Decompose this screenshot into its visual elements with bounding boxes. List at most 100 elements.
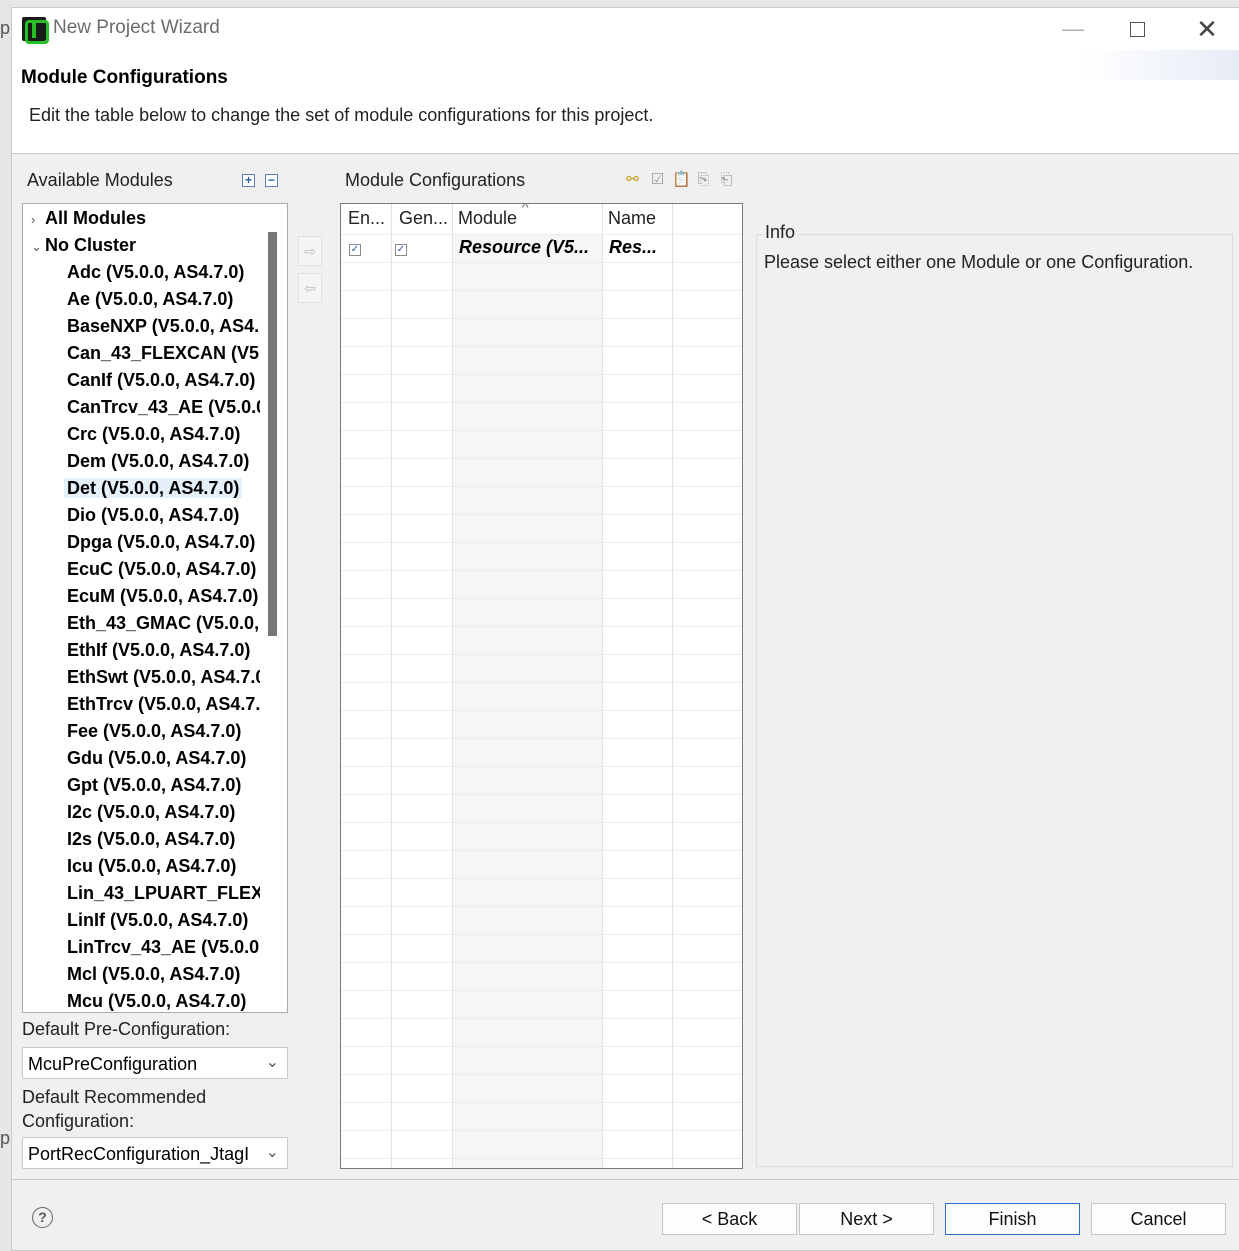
row-divider: [341, 738, 742, 739]
pre-configuration-label: Default Pre-Configuration:: [22, 1019, 231, 1039]
tree-scrollbar[interactable]: [268, 232, 277, 636]
column-header-enabled[interactable]: En...: [348, 208, 385, 229]
expand-all-icon[interactable]: +: [242, 174, 255, 187]
tree-item-label: No Cluster: [45, 235, 137, 255]
row-divider: [341, 374, 742, 375]
recommended-configuration-label-line: Default Recommended: [22, 1087, 207, 1107]
enable-all-icon[interactable]: ⎘: [695, 171, 712, 188]
generate-checkbox[interactable]: ✓: [395, 244, 407, 256]
row-divider: [341, 402, 742, 403]
row-divider: [341, 1130, 742, 1131]
close-button[interactable]: ✕: [1184, 8, 1230, 50]
tree-item[interactable]: ⌄ No Cluster: [31, 232, 136, 259]
column-header-module[interactable]: Module: [458, 208, 517, 229]
tree-item[interactable]: Mcu (V5.0.0, AS4.7.0): [67, 988, 246, 1012]
tree-item[interactable]: Dio (V5.0.0, AS4.7.0): [67, 502, 239, 529]
row-divider: [341, 234, 742, 235]
column-divider: [672, 204, 673, 1168]
new-project-wizard-dialog: New Project Wizard — ✕ Module Configurat…: [11, 7, 1239, 1251]
tree-item[interactable]: › All Modules: [31, 205, 146, 232]
tree-item[interactable]: I2c (V5.0.0, AS4.7.0): [67, 799, 235, 826]
finish-button[interactable]: Finish: [945, 1203, 1080, 1235]
remove-module-button[interactable]: ⇦: [298, 273, 322, 303]
maximize-icon: [1129, 21, 1145, 37]
tree-item[interactable]: Gpt (V5.0.0, AS4.7.0): [67, 772, 241, 799]
help-icon[interactable]: ?: [32, 1207, 53, 1228]
module-configurations-label: Module Configurations: [345, 170, 526, 190]
tree-item[interactable]: Adc (V5.0.0, AS4.7.0): [67, 259, 244, 286]
minimize-button[interactable]: —: [1050, 8, 1096, 50]
collapse-all-icon[interactable]: −: [265, 174, 278, 187]
tree-item-label: Ae (V5.0.0, AS4.7.0): [67, 289, 234, 309]
row-divider: [341, 1018, 742, 1019]
chevron-right-icon[interactable]: ›: [31, 206, 45, 233]
add-module-button[interactable]: ⇨: [298, 236, 322, 266]
info-text: Please select either one Module or one C…: [764, 252, 1194, 272]
module-configurations-table[interactable]: En... Gen... Module ^ Name ✓ ✓ Resource …: [340, 203, 743, 1169]
back-button[interactable]: < Back: [662, 1203, 797, 1235]
tree-item[interactable]: Gdu (V5.0.0, AS4.7.0): [67, 745, 246, 772]
row-divider: [341, 290, 742, 291]
tree-item-label: EcuC (V5.0.0, AS4.7.0): [67, 559, 257, 579]
tree-item[interactable]: Fee (V5.0.0, AS4.7.0): [67, 718, 241, 745]
tree-item[interactable]: Dem (V5.0.0, AS4.7.0): [67, 448, 249, 475]
tree-item[interactable]: EcuC (V5.0.0, AS4.7.0): [67, 556, 256, 583]
tree-item-label: Gpt (V5.0.0, AS4.7.0): [67, 775, 242, 795]
chevron-down-icon[interactable]: ⌄: [31, 233, 45, 260]
tree-item[interactable]: LinTrcv_43_AE (V5.0.0, AS4.7.0): [67, 934, 260, 961]
recommended-configuration-select[interactable]: PortRecConfiguration_JtagI ⌄: [22, 1137, 288, 1169]
tree-item-label: Mcu (V5.0.0, AS4.7.0): [67, 991, 247, 1011]
tree-item[interactable]: Eth_43_GMAC (V5.0.0, AS4.7.0): [67, 610, 260, 637]
tree-item-label: LinTrcv_43_AE (V5.0.0, AS4.7.0): [67, 937, 260, 957]
tree-item[interactable]: CanIf (V5.0.0, AS4.7.0): [67, 367, 255, 394]
tree-item[interactable]: EthSwt (V5.0.0, AS4.7.0): [67, 664, 260, 691]
next-button[interactable]: Next >: [799, 1203, 934, 1235]
row-divider: [341, 514, 742, 515]
tree-item[interactable]: LinIf (V5.0.0, AS4.7.0): [67, 907, 248, 934]
available-modules-label: Available Modules: [27, 170, 173, 190]
tree-item[interactable]: I2s (V5.0.0, AS4.7.0): [67, 826, 235, 853]
tree-item[interactable]: CanTrcv_43_AE (V5.0.0, AS4.7.0): [67, 394, 260, 421]
tree-item[interactable]: Mcl (V5.0.0, AS4.7.0): [67, 961, 240, 988]
app-icon: [22, 17, 49, 44]
footer-separator: [12, 1179, 1239, 1180]
tree-item-label: Icu (V5.0.0, AS4.7.0): [67, 856, 237, 876]
row-divider: [341, 570, 742, 571]
tree-item[interactable]: BaseNXP (V5.0.0, AS4.7.0): [67, 313, 260, 340]
available-modules-tree[interactable]: › All Modules ⌄ No Cluster Adc (V5.0.0, AS4.…: [22, 203, 288, 1013]
column-header-name[interactable]: Name: [608, 208, 656, 229]
row-divider: [341, 710, 742, 711]
table-cell-module[interactable]: Resource (V5...: [459, 237, 589, 258]
link-icon[interactable]: ⚯: [624, 171, 641, 188]
tree-item-label: Dio (V5.0.0, AS4.7.0): [67, 505, 240, 525]
tree-item[interactable]: EcuM (V5.0.0, AS4.7.0): [67, 583, 258, 610]
tree-item[interactable]: Ae (V5.0.0, AS4.7.0): [67, 286, 233, 313]
paste-icon[interactable]: 📋: [672, 171, 691, 188]
validate-icon[interactable]: ☑: [649, 171, 666, 188]
column-header-generate[interactable]: Gen...: [399, 208, 448, 229]
cancel-button[interactable]: Cancel: [1091, 1203, 1226, 1235]
enabled-checkbox[interactable]: ✓: [349, 244, 361, 256]
tree-item[interactable]: Can_43_FLEXCAN (V5.0.0, AS4.7.0): [67, 340, 260, 367]
row-divider: [341, 346, 742, 347]
background-text-fragment: p: [0, 18, 11, 38]
tree-item[interactable]: Dpga (V5.0.0, AS4.7.0): [67, 529, 255, 556]
row-divider: [341, 766, 742, 767]
tree-item[interactable]: Icu (V5.0.0, AS4.7.0): [67, 853, 236, 880]
disable-all-icon[interactable]: ⎗: [718, 171, 735, 188]
maximize-button[interactable]: [1114, 8, 1160, 50]
pre-configuration-select[interactable]: McuPreConfiguration ⌄: [22, 1047, 288, 1079]
tree-item-label: Mcl (V5.0.0, AS4.7.0): [67, 964, 241, 984]
header-banner-image: [1080, 50, 1239, 80]
row-divider: [341, 262, 742, 263]
row-divider: [341, 906, 742, 907]
recommended-configuration-label: Default Recommended Configuration:: [22, 1085, 206, 1133]
tree-item[interactable]: Crc (V5.0.0, AS4.7.0): [67, 421, 240, 448]
table-cell-name[interactable]: Res...: [609, 237, 657, 258]
tree-item[interactable]: EthTrcv (V5.0.0, AS4.7.0): [67, 691, 260, 718]
tree-item[interactable]: EthIf (V5.0.0, AS4.7.0): [67, 637, 250, 664]
tree-item[interactable]: Lin_43_LPUART_FLEXIO (V5.0.0, AS4.7.0): [67, 880, 260, 907]
tree-item[interactable]: Det (V5.0.0, AS4.7.0): [64, 475, 243, 502]
row-divider: [341, 850, 742, 851]
tree-item-label: Can_43_FLEXCAN (V5.0.0, AS4.7.0): [67, 343, 260, 363]
